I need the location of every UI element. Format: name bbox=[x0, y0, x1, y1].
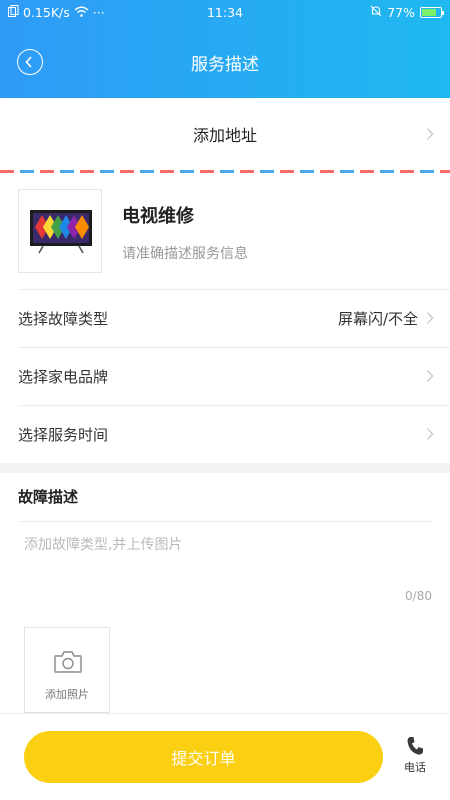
char-counter: 0/80 bbox=[405, 589, 432, 603]
battery-icon bbox=[420, 7, 444, 18]
submit-order-button[interactable]: 提交订单 bbox=[24, 731, 383, 783]
divider bbox=[18, 405, 450, 406]
battery-percent: 77% bbox=[387, 5, 415, 20]
fault-description-input[interactable] bbox=[18, 524, 432, 580]
fault-type-row[interactable]: 选择故障类型 屏幕闪/不全 bbox=[0, 289, 450, 347]
add-address-row[interactable]: 添加地址 bbox=[0, 98, 450, 170]
product-subtitle: 请准确描述服务信息 bbox=[122, 246, 248, 262]
product-name: 电视维修 bbox=[122, 206, 194, 227]
battery-fill bbox=[422, 9, 436, 16]
divider bbox=[18, 289, 450, 290]
phone-button[interactable]: 电话 bbox=[393, 732, 437, 782]
product-card: 电视维修 请准确描述服务信息 bbox=[0, 173, 450, 289]
add-address-label: 添加地址 bbox=[192, 126, 257, 145]
chevron-right-icon bbox=[427, 428, 434, 440]
mute-bell-icon bbox=[370, 5, 382, 20]
brand-label: 选择家电品牌 bbox=[18, 368, 109, 386]
section-gap bbox=[0, 463, 450, 473]
divider bbox=[18, 347, 450, 348]
brand-row[interactable]: 选择家电品牌 bbox=[0, 347, 450, 405]
page-title: 服务描述 bbox=[191, 55, 259, 75]
phone-icon bbox=[407, 737, 423, 755]
product-thumbnail bbox=[18, 189, 102, 273]
phone-label: 电话 bbox=[404, 761, 426, 774]
status-right: 77% bbox=[370, 5, 444, 20]
camera-icon bbox=[54, 651, 82, 673]
fault-description-title: 故障描述 bbox=[18, 488, 79, 506]
status-bar: 0.15K/s ··· 11:34 77% bbox=[0, 0, 450, 26]
fault-type-value: 屏幕闪/不全 bbox=[337, 310, 418, 328]
nav-bar: 服务描述 bbox=[0, 26, 450, 98]
tv-icon bbox=[30, 210, 92, 254]
fault-type-label: 选择故障类型 bbox=[18, 310, 109, 328]
bottom-bar: 提交订单 电话 bbox=[0, 713, 450, 800]
service-time-label: 选择服务时间 bbox=[18, 426, 109, 444]
add-photo-button[interactable]: 添加照片 bbox=[24, 627, 110, 713]
chevron-right-icon bbox=[427, 128, 434, 140]
service-time-row[interactable]: 选择服务时间 bbox=[0, 405, 450, 463]
chevron-right-icon bbox=[427, 370, 434, 382]
add-photo-label: 添加照片 bbox=[45, 688, 89, 701]
divider bbox=[18, 521, 432, 522]
chevron-right-icon bbox=[427, 312, 434, 324]
header: 0.15K/s ··· 11:34 77% 服务描述 bbox=[0, 0, 450, 98]
